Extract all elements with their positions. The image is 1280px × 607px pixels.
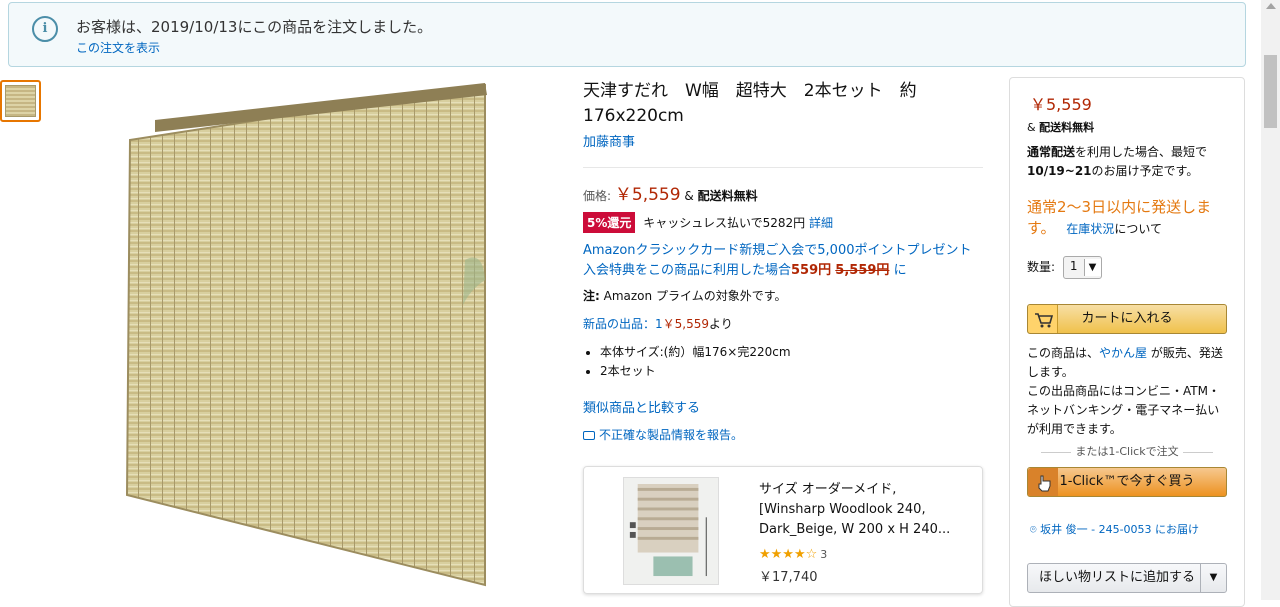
price-value: ￥5,559 [614, 185, 681, 205]
sponsored-product-card[interactable]: サイズ オーダーメイド, [Winsharp Woodlook 240, Dar… [583, 466, 983, 594]
speech-bubble-icon [583, 431, 595, 440]
star-rating[interactable]: ★★★★☆ 3 [759, 547, 827, 562]
availability: 通常2～3日以内に発送します。 在庫状況について [1027, 197, 1227, 240]
thumbnail-image [5, 85, 36, 117]
add-to-cart-button[interactable]: カートに入れる [1027, 304, 1227, 334]
promo-old-price: 5,559円 [835, 263, 890, 278]
product-main-image[interactable] [115, 80, 495, 590]
scroll-up-arrow-icon[interactable] [1266, 3, 1276, 9]
add-to-wishlist-button[interactable]: ほしい物リストに追加する ▼ [1027, 563, 1227, 593]
wishlist-label: ほしい物リストに追加する [1039, 570, 1196, 585]
sold-text-a: この商品は、 [1027, 346, 1100, 360]
shipping-amp: & [684, 189, 694, 203]
one-click-buy-button[interactable]: 1-Click™で今すぐ買う [1027, 467, 1227, 497]
cashless-detail-link[interactable]: 詳細 [809, 216, 833, 230]
star-icons: ★★★★☆ [759, 547, 818, 562]
quantity-value: 1 [1069, 259, 1078, 273]
promo-text-a: 入会特典をこの商品に利用した場合 [583, 263, 792, 278]
promo-text-b: に [893, 263, 907, 278]
note-text: Amazon プライムの対象外です。 [599, 289, 787, 303]
feature-bullets: 本体サイズ:(約）幅176×完220cm 2本セット [600, 343, 791, 381]
or-one-click-divider: または1-Clickで注文 [1027, 443, 1227, 459]
compare-similar-link[interactable]: 類似商品と比較する [583, 397, 700, 416]
cart-icon [1028, 305, 1058, 333]
view-order-link[interactable]: この注文を表示 [76, 39, 160, 56]
delivery-estimate: 通常配送を利用した場合、最短で 10/19~21のお届け予定です。 [1027, 143, 1227, 181]
product-title: 天津すだれ W幅 超特大 2本セット 約176x220cm [583, 81, 917, 126]
pointer-hand-icon [1028, 468, 1058, 496]
card-promo-link[interactable]: Amazonクラシックカード新規ご入会で5,000ポイントプレゼント [583, 239, 972, 258]
seller-info: この商品は、やかん屋 が販売、発送します。 この出品商品にはコンビニ・ATM・ネ… [1027, 344, 1227, 439]
quantity-row: 数量: 1 ▼ [1027, 256, 1102, 279]
payment-info: この出品商品にはコンビニ・ATM・ネットバンキング・電子マネー払いが利用できます… [1027, 384, 1220, 436]
delivery-text-b: を利用した場合、最短で [1075, 145, 1208, 159]
cashless-row: 5%還元 キャッシュレス払いで5282円 詳細 [583, 212, 833, 233]
sponsored-product-title[interactable]: サイズ オーダーメイド, [Winsharp Woodlook 240, Dar… [759, 480, 959, 540]
brand-link[interactable]: 加藤商事 [583, 131, 635, 150]
buybox-ship-amp: & [1027, 121, 1036, 134]
card-promo-detail[interactable]: 入会特典をこの商品に利用した場合559円 5,559円 に [583, 259, 907, 278]
prime-note: 注: Amazon プライムの対象外です。 [583, 287, 787, 304]
quantity-select[interactable]: 1 ▼ [1062, 256, 1102, 279]
add-to-cart-label: カートに入れる [1081, 311, 1173, 326]
report-text: 不正確な製品情報を報告。 [599, 428, 744, 442]
scrollbar[interactable] [1261, 0, 1280, 600]
cashback-badge: 5%還元 [583, 212, 636, 233]
cashless-text: キャッシュレス払いで5282円 [643, 216, 806, 230]
free-shipping-label: 配送料無料 [697, 189, 758, 203]
review-count: 3 [820, 548, 828, 561]
offers-text-b: より [709, 317, 733, 331]
sponsored-product-price: ￥17,740 [759, 570, 818, 585]
chevron-down-icon: ▼ [1083, 259, 1101, 276]
product-thumbnail[interactable] [0, 80, 41, 122]
divider [583, 167, 983, 168]
report-info-link[interactable]: 不正確な製品情報を報告。 [583, 426, 743, 443]
delivery-text-c: のお届け予定です。 [1091, 164, 1199, 178]
offers-price: ￥5,559 [662, 317, 709, 331]
offers-text-a: 新品の出品：1 [583, 317, 663, 331]
note-label: 注: [583, 289, 600, 303]
deliver-to-link[interactable]: ⌾ 坂井 俊一 - 245-0053 にお届け [1030, 521, 1199, 537]
wishlist-dropdown-chevron-icon[interactable]: ▼ [1200, 564, 1226, 592]
location-pin-icon: ⌾ [1030, 523, 1037, 536]
sponsored-product-image[interactable] [623, 477, 719, 585]
delivery-method: 通常配送 [1027, 145, 1076, 159]
stock-suffix: について [1114, 222, 1162, 236]
promo-price: 559円 [791, 263, 832, 278]
one-click-label: 1-Click™で今すぐ買う [1059, 474, 1195, 489]
price-row: 価格: ￥5,559 & 配送料無料 [583, 180, 758, 205]
quantity-label: 数量: [1027, 260, 1056, 274]
scrollbar-thumb[interactable] [1264, 55, 1277, 128]
buybox-free-shipping: 配送料無料 [1039, 121, 1095, 134]
deliver-to-text: 坂井 俊一 - 245-0053 にお届け [1040, 523, 1200, 536]
delivery-date: 10/19~21 [1027, 164, 1092, 178]
price-label: 価格: [583, 189, 612, 203]
info-icon: i [32, 16, 58, 42]
new-offers-link[interactable]: 新品の出品：1￥5,559より [583, 315, 733, 332]
feature-bullet: 本体サイズ:(約）幅176×完220cm [600, 343, 791, 362]
buybox-shipping: & 配送料無料 [1027, 119, 1094, 135]
stock-status-link[interactable]: 在庫状況 [1066, 222, 1114, 236]
feature-bullet: 2本セット [600, 362, 791, 381]
order-notice-banner: i お客様は、2019/10/13にこの商品を注文しました。 この注文を表示 [8, 2, 1246, 67]
order-notice-message: お客様は、2019/10/13にこの商品を注文しました。 [76, 18, 433, 36]
buybox-price: ￥5,559 [1030, 95, 1092, 114]
seller-link[interactable]: やかん屋 [1099, 346, 1147, 360]
